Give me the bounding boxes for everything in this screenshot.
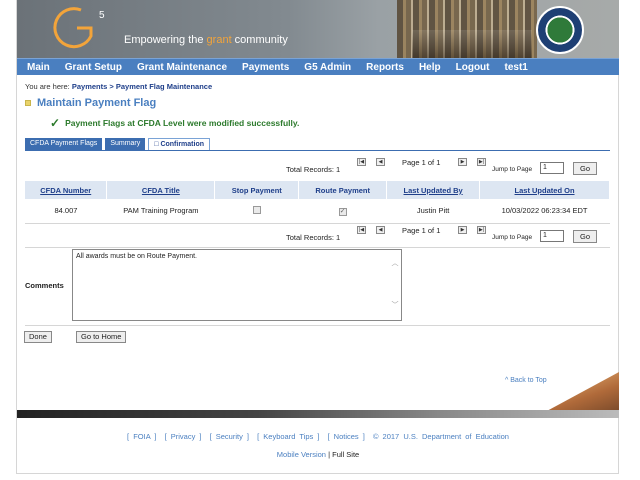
- next-page-icon[interactable]: ▶: [458, 226, 467, 234]
- tab-cfda-payment-flags[interactable]: CFDA Payment Flags: [25, 138, 103, 150]
- footer-bar: [17, 410, 619, 418]
- comments-label: Comments: [25, 281, 64, 290]
- nav-grant-setup[interactable]: Grant Setup: [65, 62, 122, 73]
- footer-foia-link[interactable]: [ FOIA ]: [127, 432, 156, 441]
- col-cfda-number[interactable]: CFDA Number: [25, 181, 108, 199]
- checkmark-icon: ✓: [50, 116, 61, 130]
- mobile-version-link[interactable]: Mobile Version: [277, 450, 326, 459]
- nav-payments[interactable]: Payments: [242, 62, 289, 73]
- bullet-icon: [25, 100, 31, 106]
- jump-label: Jump to Page: [492, 166, 533, 173]
- comments-textarea[interactable]: All awards must be on Route Payment.: [72, 249, 402, 321]
- divider: [25, 247, 610, 248]
- scroll-down-icon[interactable]: ﹀: [390, 300, 400, 310]
- library-photo-shade: [412, 30, 532, 58]
- main-nav: Main Grant Setup Grant Maintenance Payme…: [17, 58, 619, 75]
- cell-cfda-number: 84.007: [25, 199, 107, 224]
- breadcrumb: You are here: Payments > Payment Flag Ma…: [25, 82, 213, 91]
- payment-flag-table: CFDA Number CFDA Title Stop Payment Rout…: [25, 181, 610, 224]
- g5-logo-icon: 5: [53, 7, 105, 49]
- page-indicator: Page 1 of 1: [402, 158, 441, 167]
- scroll-up-icon[interactable]: ︿: [390, 258, 400, 268]
- cell-cfda-title: PAM Training Program: [106, 199, 215, 224]
- go-button[interactable]: Go: [573, 162, 597, 175]
- go-button-bottom[interactable]: Go: [573, 230, 597, 243]
- next-page-icon[interactable]: ▶: [458, 158, 467, 166]
- nav-logout[interactable]: Logout: [456, 62, 490, 73]
- last-page-icon[interactable]: ▶|: [477, 226, 486, 234]
- cell-updated-on: 10/03/2022 06:23:34 EDT: [479, 199, 610, 224]
- site-header: 5 Empowering the grant community: [17, 0, 619, 58]
- total-records-bottom: Total Records: 1: [286, 233, 341, 242]
- col-stop-payment: Stop Payment: [214, 181, 300, 199]
- go-to-home-button[interactable]: Go to Home: [76, 331, 127, 343]
- tab-confirmation[interactable]: □ Confirmation: [148, 138, 211, 150]
- stop-payment-checkbox[interactable]: [252, 205, 261, 214]
- pager-top: Total Records: 1 |◀ ◀ Page 1 of 1 ▶ ▶| J…: [25, 158, 610, 178]
- nav-grant-maintenance[interactable]: Grant Maintenance: [137, 62, 227, 73]
- footer-keyboard-link[interactable]: [ Keyboard Tips ]: [257, 432, 319, 441]
- footer-version: Mobile Version | Full Site: [276, 450, 360, 459]
- tab-underline: [25, 150, 610, 151]
- col-route-payment: Route Payment: [298, 181, 388, 199]
- full-site-label: Full Site: [332, 450, 360, 459]
- success-message: ✓ Payment Flags at CFDA Level were modif…: [50, 116, 300, 130]
- page-indicator-bottom: Page 1 of 1: [402, 226, 441, 235]
- page-title: Maintain Payment Flag: [25, 97, 156, 109]
- breadcrumb-payment-flag[interactable]: Payment Flag Maintenance: [116, 82, 212, 91]
- footer-notices-link[interactable]: [ Notices ]: [328, 432, 365, 441]
- nav-help[interactable]: Help: [419, 62, 441, 73]
- footer-links: [ FOIA ] [ Privacy ] [ Security ] [ Keyb…: [17, 432, 619, 441]
- prev-page-icon[interactable]: ◀: [376, 158, 385, 166]
- back-to-top-link[interactable]: ^ Back to Top: [505, 377, 547, 384]
- col-cfda-title[interactable]: CFDA Title: [106, 181, 216, 199]
- nav-user[interactable]: test1: [505, 62, 528, 73]
- breadcrumb-payments[interactable]: Payments: [72, 82, 107, 91]
- total-records: Total Records: 1: [286, 165, 341, 174]
- tab-bar: CFDA Payment Flags Summary □ Confirmatio…: [25, 138, 213, 150]
- first-page-icon[interactable]: |◀: [357, 226, 366, 234]
- table-header-row: CFDA Number CFDA Title Stop Payment Rout…: [25, 181, 610, 199]
- jump-label-bottom: Jump to Page: [492, 234, 533, 241]
- done-button[interactable]: Done: [24, 331, 52, 343]
- jump-page-input-bottom[interactable]: 1: [540, 230, 564, 242]
- prev-page-icon[interactable]: ◀: [376, 226, 385, 234]
- tagline: Empowering the grant community: [124, 34, 288, 46]
- nav-main[interactable]: Main: [27, 62, 50, 73]
- department-seal-icon: [536, 6, 584, 54]
- pager-bottom: Total Records: 1 |◀ ◀ Page 1 of 1 ▶ ▶| J…: [25, 226, 610, 246]
- footer-security-link[interactable]: [ Security ]: [210, 432, 249, 441]
- nav-reports[interactable]: Reports: [366, 62, 404, 73]
- cell-updated-by: Justin Pitt: [386, 199, 480, 224]
- divider: [25, 325, 610, 326]
- nav-g5-admin[interactable]: G5 Admin: [304, 62, 351, 73]
- footer-privacy-link[interactable]: [ Privacy ]: [165, 432, 202, 441]
- col-last-updated-by[interactable]: Last Updated By: [386, 181, 481, 199]
- footer-copyright: © 2017 U.S. Department of Education: [372, 432, 509, 441]
- svg-text:5: 5: [99, 10, 105, 21]
- col-last-updated-on[interactable]: Last Updated On: [479, 181, 610, 199]
- last-page-icon[interactable]: ▶|: [477, 158, 486, 166]
- jump-page-input[interactable]: 1: [540, 162, 564, 174]
- tab-summary[interactable]: Summary: [105, 138, 146, 150]
- first-page-icon[interactable]: |◀: [357, 158, 366, 166]
- table-row: 84.007 PAM Training Program ✓ Justin Pit…: [25, 199, 610, 224]
- route-payment-checkbox[interactable]: ✓: [338, 207, 347, 216]
